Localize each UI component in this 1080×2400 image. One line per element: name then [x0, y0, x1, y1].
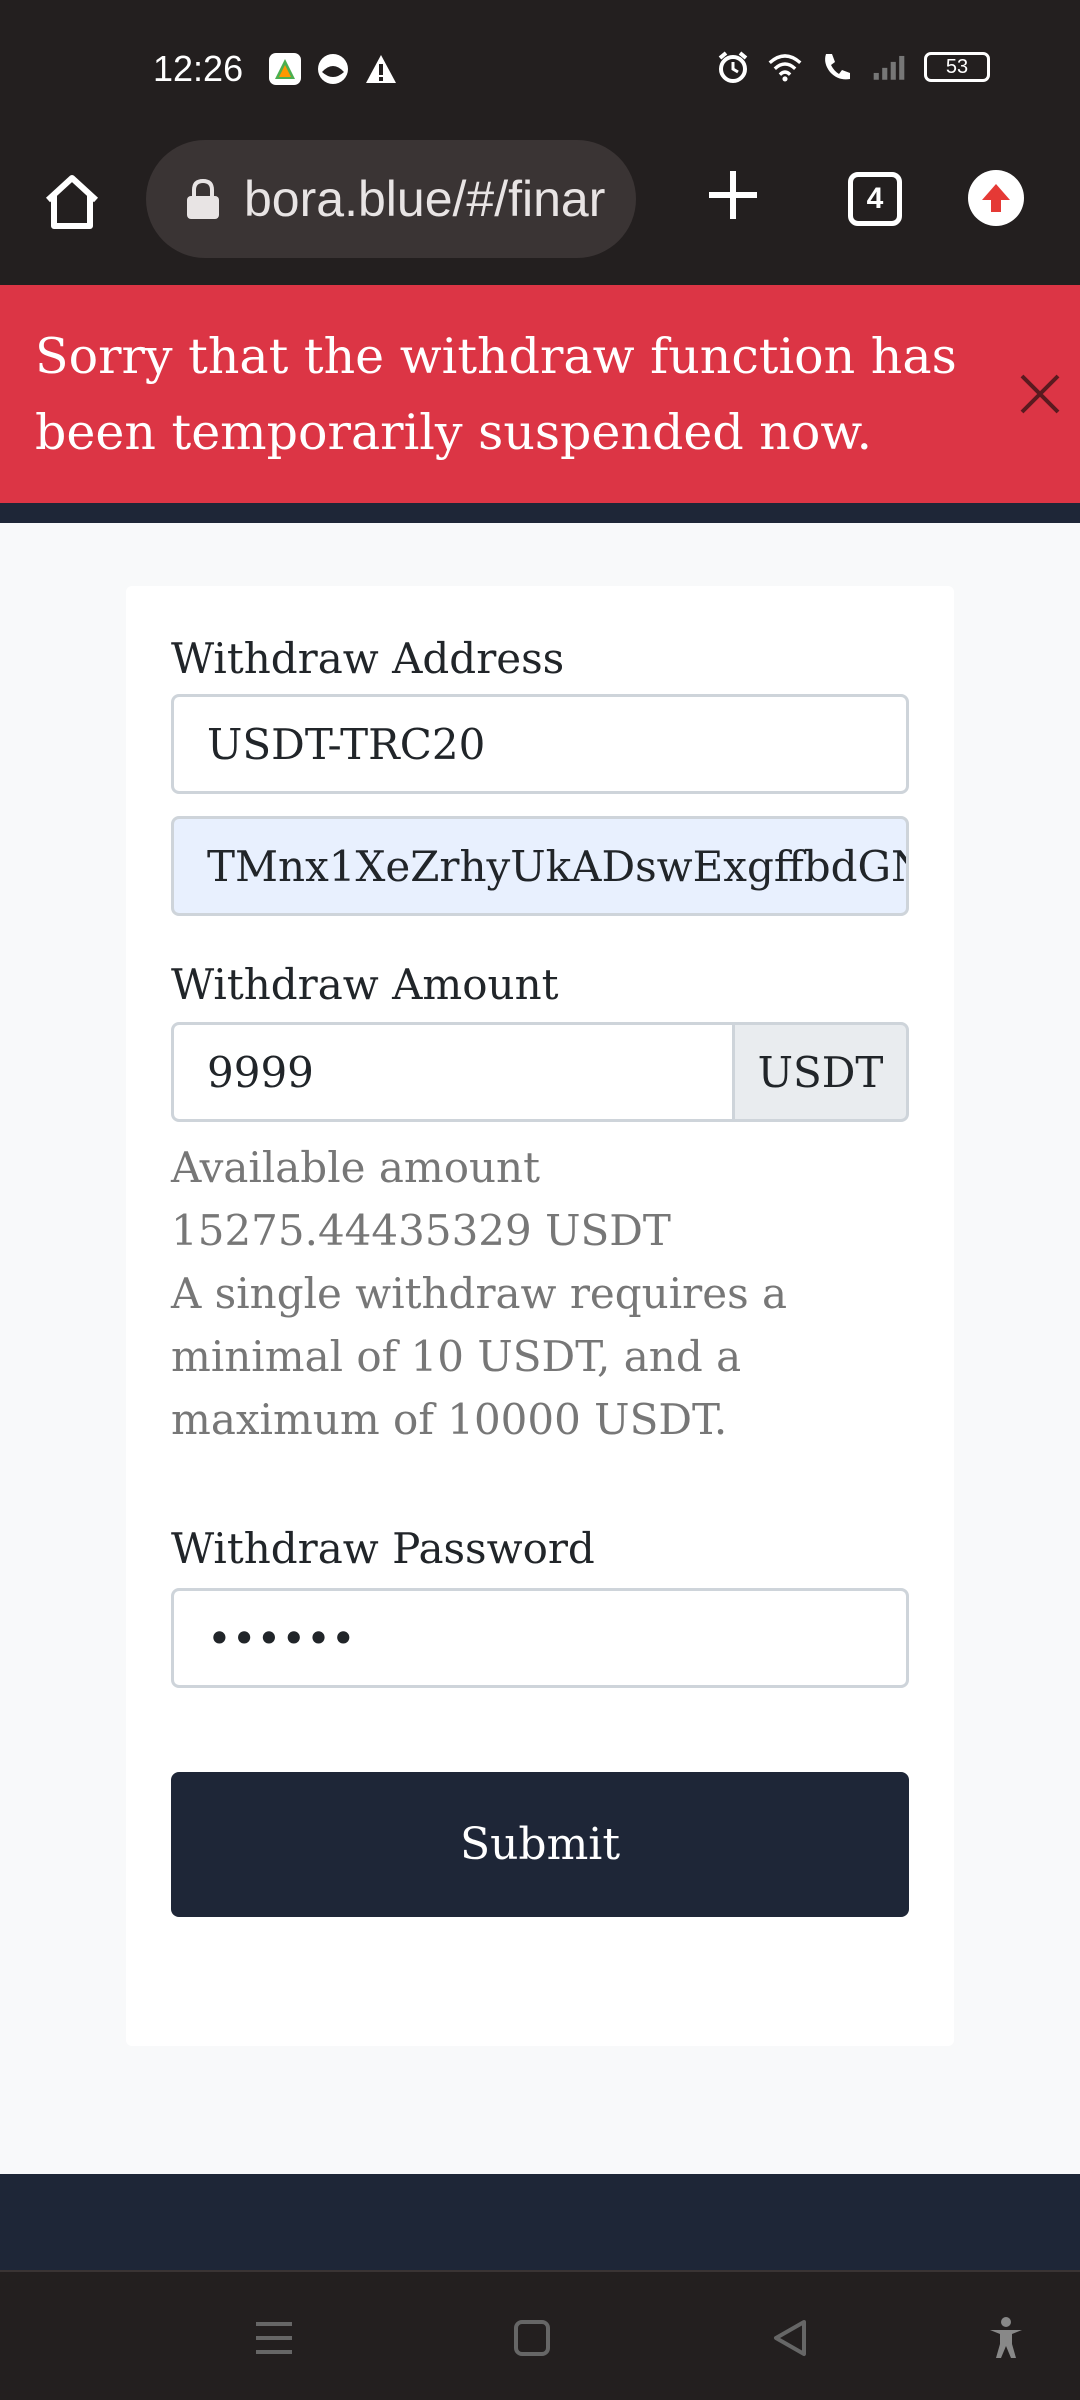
submit-button[interactable]: Submit: [171, 1772, 909, 1917]
network-select[interactable]: USDT-TRC20: [171, 694, 909, 794]
withdraw-address-input[interactable]: TMnx1XeZrhyUkADswExgffbdGN: [171, 816, 909, 916]
plus-icon: [709, 171, 757, 219]
status-time: 12:26: [153, 48, 244, 89]
browser-toolbar: bora.blue/#/finar 4: [0, 140, 1080, 285]
accessibility-icon[interactable]: [982, 2314, 1030, 2362]
tab-switcher-button[interactable]: 4: [848, 172, 902, 226]
system-navigation-bar: [0, 2270, 1080, 2400]
menu-icon[interactable]: [250, 2314, 298, 2362]
url-text: bora.blue/#/finar: [244, 171, 606, 227]
call-icon: [820, 50, 854, 84]
url-bar[interactable]: bora.blue/#/finar: [146, 140, 636, 258]
page-footer: [0, 2174, 1080, 2270]
withdraw-password-input[interactable]: ••••••: [171, 1588, 909, 1688]
update-button[interactable]: [968, 170, 1024, 226]
close-icon[interactable]: [1018, 372, 1062, 416]
withdraw-address-label: Withdraw Address: [171, 634, 565, 683]
alert-message: Sorry that the withdraw function has bee…: [35, 328, 957, 461]
arrow-up-icon: [982, 184, 1010, 212]
app-icon: [268, 52, 302, 86]
app-icon: [316, 52, 350, 86]
withdraw-password-label: Withdraw Password: [171, 1524, 595, 1573]
notification-icons: [268, 52, 398, 86]
error-alert: Sorry that the withdraw function has bee…: [0, 285, 1080, 503]
back-icon[interactable]: [766, 2314, 814, 2362]
alarm-icon: [716, 50, 750, 84]
home-button[interactable]: [40, 170, 104, 234]
alert-icon: [364, 52, 398, 86]
wifi-icon: [768, 50, 802, 84]
amount-unit-addon: USDT: [732, 1022, 909, 1122]
lock-icon: [187, 179, 219, 219]
header-strip: [0, 503, 1080, 523]
home-nav-icon[interactable]: [508, 2314, 556, 2362]
available-amount-text: Available amount 15275.44435329 USDT: [171, 1143, 671, 1255]
withdraw-amount-label: Withdraw Amount: [171, 960, 559, 1009]
system-icons: 53: [716, 50, 990, 84]
status-bar: 12:26 53: [0, 0, 1080, 140]
battery-indicator: 53: [924, 52, 990, 82]
signal-icon: [872, 50, 906, 84]
withdraw-amount-input[interactable]: 9999: [171, 1022, 735, 1122]
withdraw-limit-text: A single withdraw requires a minimal of …: [171, 1269, 788, 1444]
home-icon: [45, 175, 99, 229]
new-tab-button[interactable]: [703, 165, 763, 225]
